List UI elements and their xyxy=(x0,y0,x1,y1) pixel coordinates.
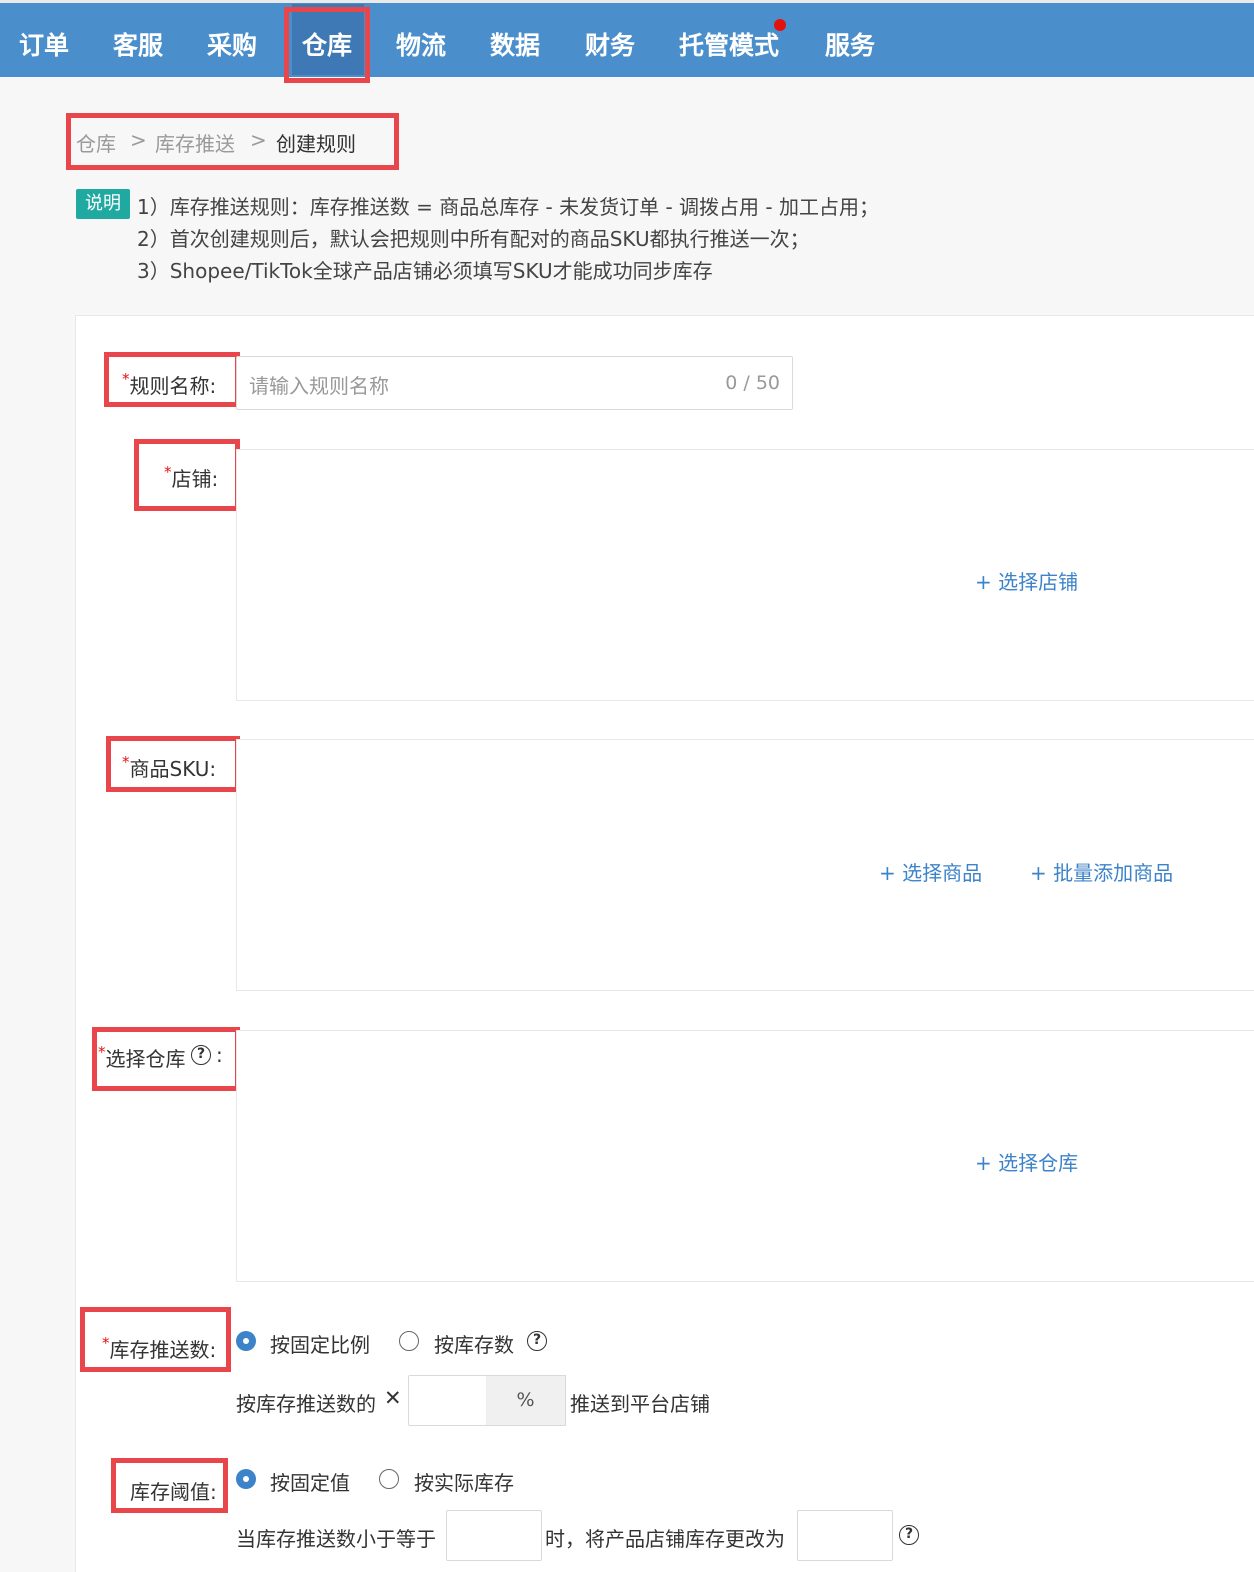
warehouse-selection-area xyxy=(236,1030,1254,1282)
radio-fixed-value[interactable] xyxy=(236,1469,256,1489)
question-circle-icon[interactable]: ? xyxy=(899,1525,919,1545)
nav-item-logistics[interactable]: 物流 xyxy=(396,26,446,62)
radio-fixed-ratio-label[interactable]: 按固定比例 xyxy=(270,1329,370,1358)
rule-name-input[interactable]: 请输入规则名称 0 / 50 xyxy=(236,356,793,410)
radio-by-stock-label[interactable]: 按库存数 xyxy=(434,1329,514,1358)
shop-stock-value-input[interactable] xyxy=(797,1510,893,1561)
radio-by-stock[interactable] xyxy=(399,1331,419,1351)
question-circle-icon[interactable]: ? xyxy=(191,1045,211,1065)
threshold-label: 库存阈值: xyxy=(130,1480,217,1504)
radio-fixed-value-label[interactable]: 按固定值 xyxy=(270,1467,350,1496)
warehouse-label: *选择仓库 xyxy=(98,1043,186,1071)
note-line-2: 2）首次创建规则后，默认会把规则中所有配对的商品SKU都执行推送一次； xyxy=(137,227,810,251)
breadcrumb-warehouse[interactable]: 仓库 xyxy=(76,128,116,157)
rule-name-placeholder: 请输入规则名称 xyxy=(249,374,389,398)
breadcrumb-separator: > xyxy=(250,128,267,152)
select-product-link[interactable]: + 选择商品 xyxy=(879,857,982,886)
warehouse-label-colon: : xyxy=(216,1043,223,1067)
nav-item-finance[interactable]: 财务 xyxy=(585,26,635,62)
notification-dot xyxy=(774,19,786,31)
question-circle-icon[interactable]: ? xyxy=(527,1331,547,1351)
ratio-suffix-text: 推送到平台店铺 xyxy=(570,1392,710,1416)
ratio-percent-input[interactable] xyxy=(408,1375,487,1426)
rule-name-label: *规则名称: xyxy=(122,370,217,398)
nav-item-services[interactable]: 服务 xyxy=(825,26,875,62)
sku-label: *商品SKU: xyxy=(122,753,217,781)
multiply-icon: ✕ xyxy=(384,1386,402,1410)
nav-item-purchasing[interactable]: 采购 xyxy=(207,26,257,62)
bulk-add-product-link[interactable]: + 批量添加商品 xyxy=(1030,857,1173,886)
breadcrumb-create-rule: 创建规则 xyxy=(276,132,356,156)
note-line-3: 3）Shopee/TikTok全球产品店铺必须填写SKU才能成功同步库存 xyxy=(137,259,713,283)
shop-selection-area xyxy=(236,449,1254,701)
ratio-prefix-text: 按库存推送数的 xyxy=(236,1392,376,1416)
threshold-value-input[interactable] xyxy=(446,1510,542,1561)
nav-item-warehouse[interactable]: 仓库 xyxy=(302,26,352,62)
threshold-prefix-text: 当库存推送数小于等于 xyxy=(236,1527,436,1551)
breadcrumb-separator: > xyxy=(130,128,147,152)
nav-item-orders[interactable]: 订单 xyxy=(19,26,69,62)
notes-tag: 说明 xyxy=(76,189,130,219)
nav-item-managed-mode[interactable]: 托管模式 xyxy=(679,26,779,62)
radio-actual-stock[interactable] xyxy=(379,1469,399,1489)
nav-item-data[interactable]: 数据 xyxy=(490,26,540,62)
radio-fixed-ratio[interactable] xyxy=(236,1331,256,1351)
radio-actual-stock-label[interactable]: 按实际库存 xyxy=(414,1467,514,1496)
select-warehouse-link[interactable]: + 选择仓库 xyxy=(975,1147,1078,1176)
push-count-label: *库存推送数: xyxy=(102,1334,217,1362)
select-shop-link[interactable]: + 选择店铺 xyxy=(975,566,1078,595)
shop-label: *店铺: xyxy=(164,463,219,491)
breadcrumb-stock-push[interactable]: 库存推送 xyxy=(155,128,235,157)
note-line-1: 1）库存推送规则：库存推送数 = 商品总库存 - 未发货订单 - 调拨占用 - … xyxy=(137,195,879,219)
percent-addon: % xyxy=(486,1375,566,1426)
rule-name-char-counter: 0 / 50 xyxy=(725,372,780,394)
threshold-middle-text: 时，将产品店铺库存更改为 xyxy=(545,1527,785,1551)
nav-item-customer-service[interactable]: 客服 xyxy=(113,26,163,62)
